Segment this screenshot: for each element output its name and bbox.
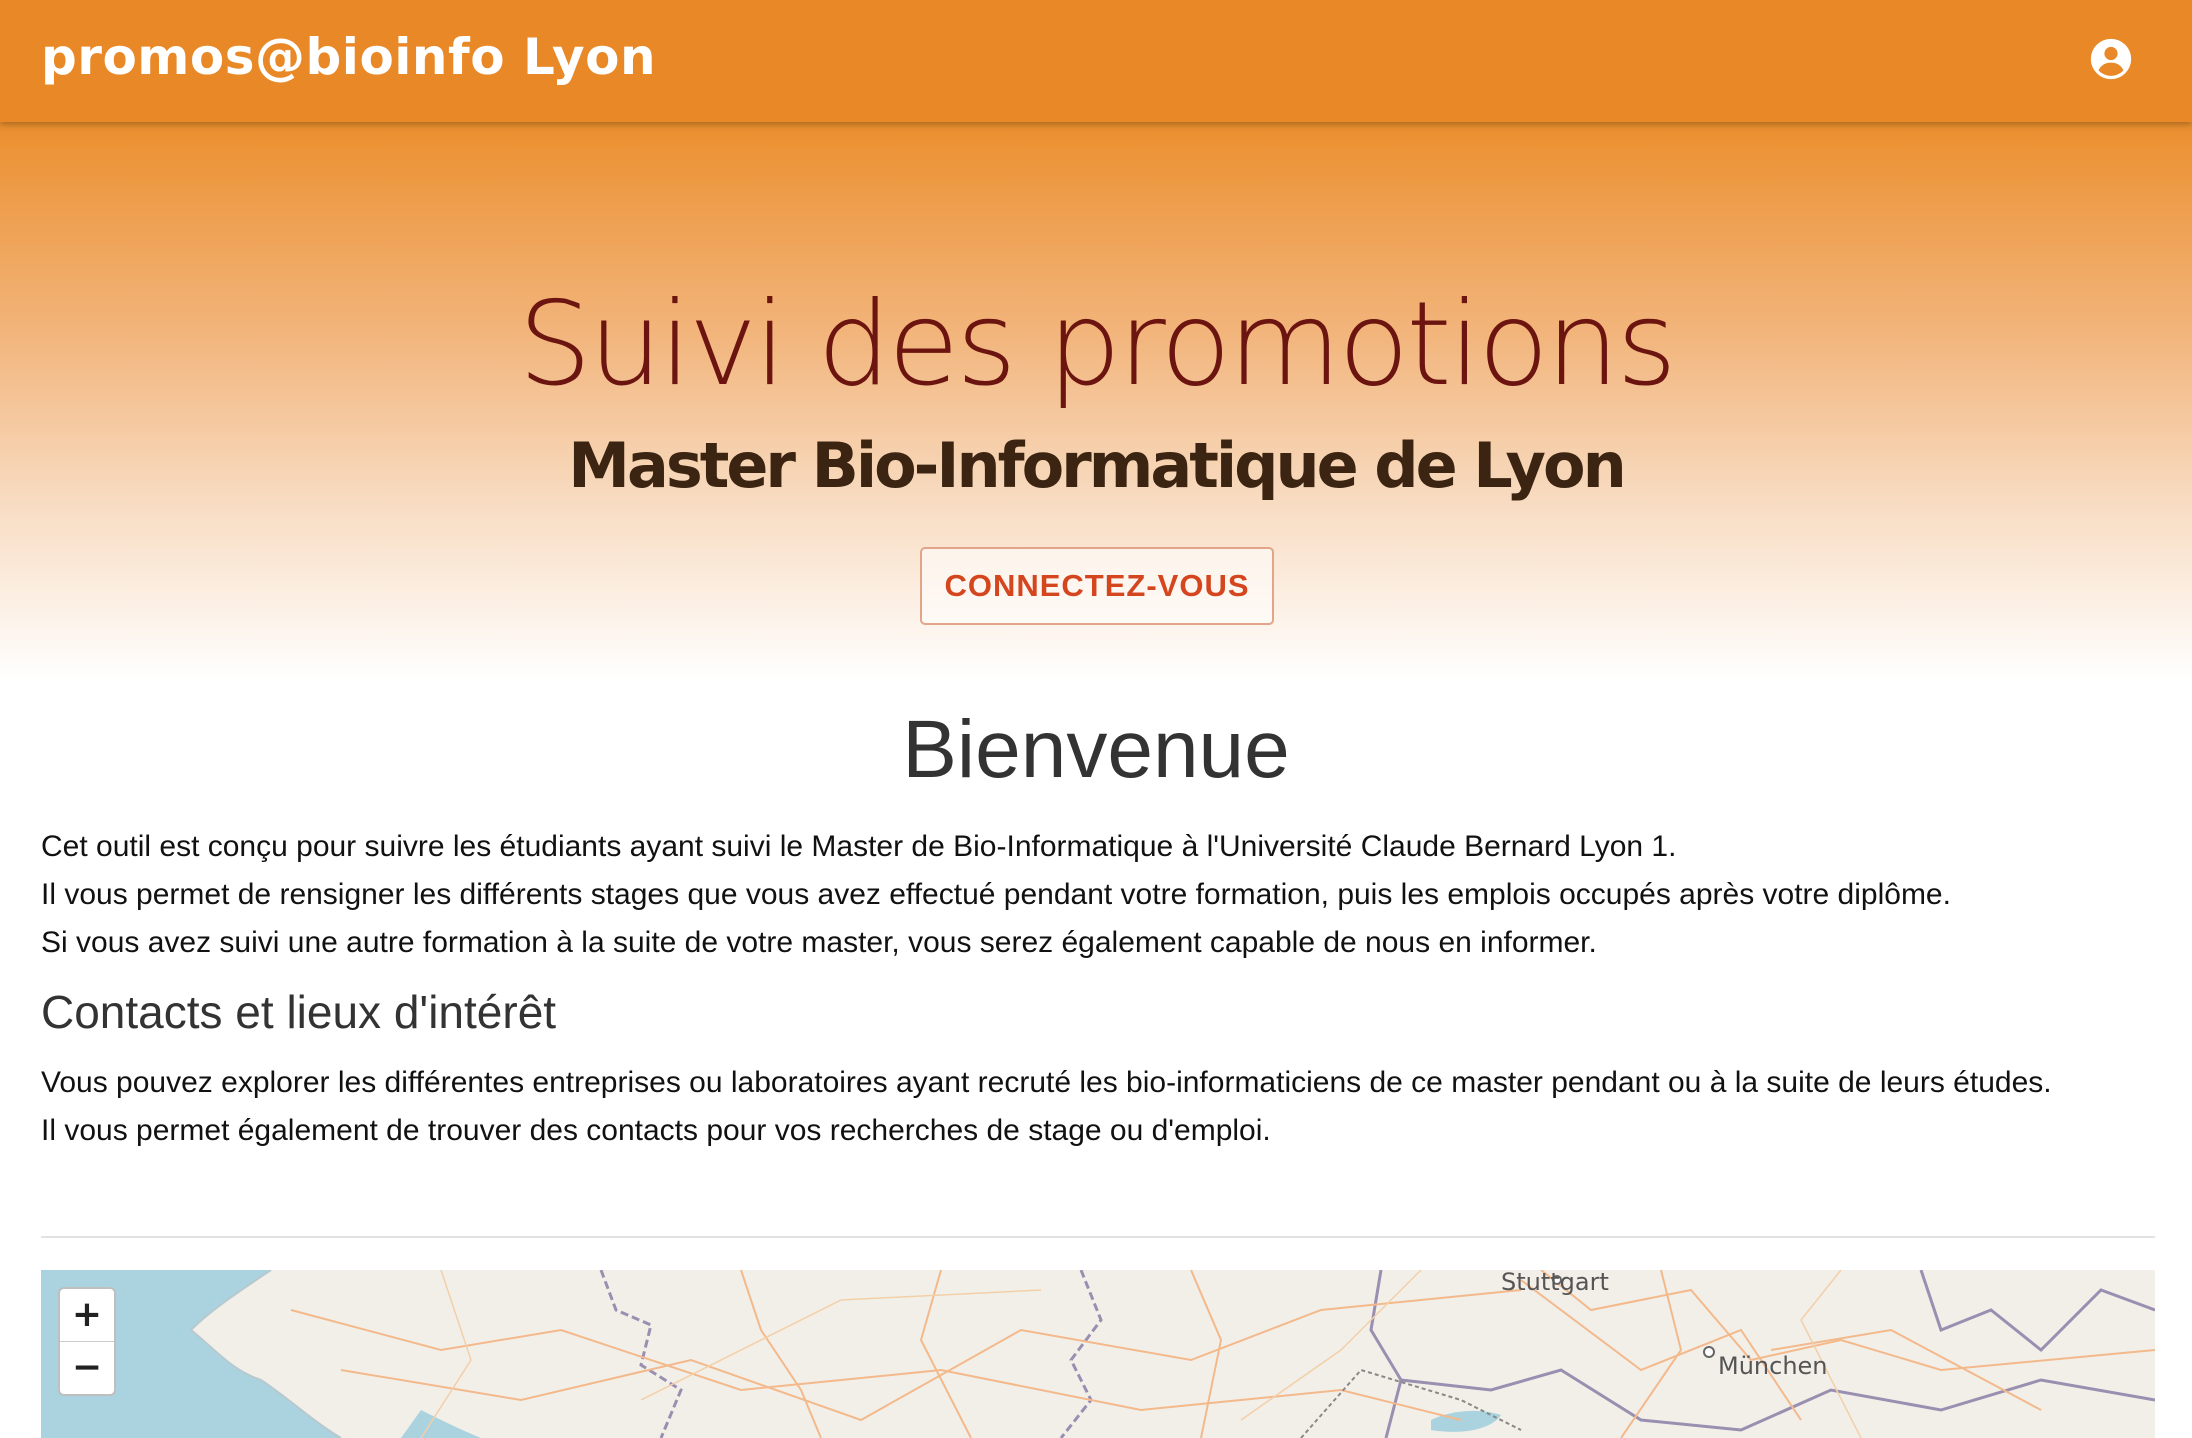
top-app-bar: promos@bioinfo Lyon [0, 0, 2192, 122]
contacts-line-2: Il vous permet également de trouver des … [41, 1114, 1271, 1147]
welcome-line-2: Il vous permet de rensigner les différen… [41, 878, 1951, 911]
app-brand[interactable]: promos@bioinfo Lyon [41, 26, 656, 88]
welcome-heading: Bienvenue [902, 704, 1290, 795]
section-divider [41, 1236, 2155, 1238]
map-city-label: München [1718, 1352, 1828, 1380]
welcome-text: Cet outil est conçu pour suivre les étud… [41, 823, 2161, 967]
login-button[interactable]: CONNECTEZ-VOUS [920, 547, 1274, 625]
map-view[interactable]: Stuttgart München + − [41, 1270, 2155, 1438]
welcome-line-1: Cet outil est conçu pour suivre les étud… [41, 830, 1677, 863]
map-tiles [41, 1270, 2155, 1438]
zoom-out-button[interactable]: − [60, 1342, 114, 1394]
contacts-text: Vous pouvez explorer les différentes ent… [41, 1059, 2161, 1155]
welcome-line-3: Si vous avez suivi une autre formation à… [41, 926, 1597, 959]
hero-title: Suivi des promotions [518, 277, 1677, 412]
contacts-line-1: Vous pouvez explorer les différentes ent… [41, 1066, 2052, 1099]
map-city-label: Stuttgart [1501, 1270, 1609, 1296]
zoom-in-button[interactable]: + [60, 1289, 114, 1342]
hero-subtitle: Master Bio-Informatique de Lyon [568, 429, 1626, 502]
account-circle-icon[interactable] [2089, 37, 2133, 81]
contacts-heading: Contacts et lieux d'intérêt [41, 986, 557, 1038]
map-zoom-control: + − [58, 1287, 116, 1396]
